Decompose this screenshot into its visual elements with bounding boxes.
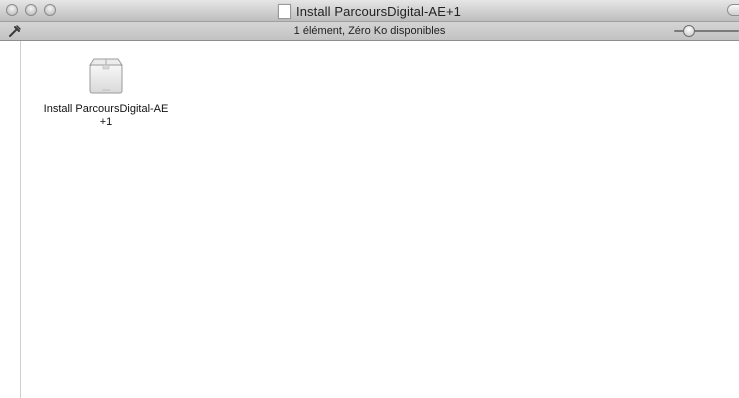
file-name-label[interactable]: Install ParcoursDigital-AE +1 <box>31 103 181 129</box>
sidebar-divider <box>20 41 21 398</box>
finder-window: Install ParcoursDigital-AE+1 1 élément, … <box>0 0 739 398</box>
file-name-line-2: +1 <box>99 116 113 128</box>
status-text: 1 élément, Zéro Ko disponibles <box>293 25 446 37</box>
icon-size-slider[interactable] <box>670 23 739 39</box>
document-proxy-icon[interactable] <box>277 3 291 19</box>
folder-content-area[interactable]: Install ParcoursDigital-AE +1 <box>0 41 739 398</box>
file-item-installer[interactable]: Install ParcoursDigital-AE +1 <box>31 53 181 129</box>
status-bar: 1 élément, Zéro Ko disponibles <box>0 22 739 41</box>
file-name-line-1: Install ParcoursDigital-AE <box>43 103 169 115</box>
title-bar[interactable]: Install ParcoursDigital-AE+1 <box>0 0 739 22</box>
window-title-group: Install ParcoursDigital-AE+1 <box>0 0 739 22</box>
window-title: Install ParcoursDigital-AE+1 <box>295 3 461 19</box>
toolbar-toggle-button[interactable] <box>727 4 739 16</box>
slider-knob[interactable] <box>683 25 695 37</box>
package-box-icon[interactable] <box>84 53 128 97</box>
